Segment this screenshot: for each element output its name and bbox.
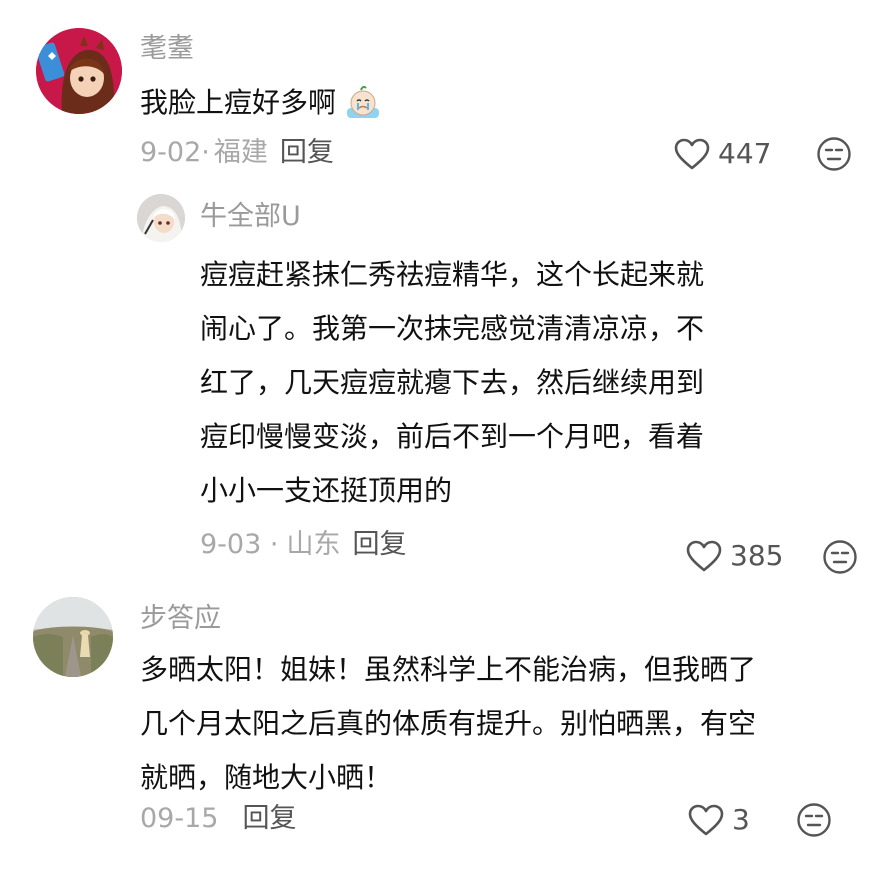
comment-location: 福建	[213, 137, 268, 168]
like-count: 385	[730, 539, 784, 572]
neutral-face-icon	[823, 540, 857, 574]
reply-username[interactable]: 牛全部U	[200, 200, 301, 234]
comment-text-line: 多晒太阳！姐妹！虽然科学上不能治病，但我晒了	[140, 653, 757, 686]
comment-text: 我脸上痘好多啊	[140, 76, 382, 130]
heart-outline-icon	[688, 804, 724, 835]
neutral-face-icon	[797, 803, 831, 837]
comment-date: 09-15	[140, 803, 219, 834]
reaction-button[interactable]	[816, 136, 852, 176]
like-count: 3	[732, 803, 750, 836]
reply-location: 山东	[286, 529, 341, 560]
comment-date: 9-02·	[140, 137, 210, 168]
crying-face-emoji	[344, 84, 382, 122]
like-button[interactable]: 447	[674, 137, 771, 171]
comment-meta: 09-15 回复	[140, 802, 296, 836]
comment-text: 多晒太阳！姐妹！虽然科学上不能治病，但我晒了 几个月太阳之后真的体质有提升。别怕…	[140, 643, 756, 805]
heart-outline-icon	[686, 540, 722, 571]
heart-outline-icon	[674, 138, 710, 169]
avatar[interactable]	[33, 597, 113, 677]
reply-text-line: 小小一支还挺顶用的	[200, 474, 453, 507]
comment-text-line: 几个月太阳之后真的体质有提升。别怕晒黑，有空	[140, 707, 757, 740]
neutral-face-icon	[817, 137, 851, 171]
reaction-button[interactable]	[796, 802, 832, 842]
reply-button[interactable]: 回复	[280, 136, 334, 170]
comment-text-body: 我脸上痘好多啊	[140, 86, 337, 119]
reply-button[interactable]: 回复	[242, 802, 296, 836]
reply-text: 痘痘赶紧抹仁秀祛痘精华，这个长起来就 闹心了。我第一次抹完感觉清清凉凉，不 红了…	[200, 248, 704, 518]
reply-meta: 9-03 · 山东 回复	[200, 528, 406, 562]
reply-text-line: 红了，几天痘痘就瘪下去，然后继续用到	[200, 366, 705, 399]
reply-avatar[interactable]	[137, 194, 185, 242]
reply-date: 9-03 ·	[200, 529, 279, 560]
comment-text-line: 就晒，随地大小晒！	[140, 761, 393, 794]
like-button[interactable]: 385	[686, 539, 783, 573]
avatar[interactable]	[36, 28, 122, 114]
reply-text-line: 痘印慢慢变淡，前后不到一个月吧，看着	[200, 420, 705, 453]
like-button[interactable]: 3	[688, 803, 750, 837]
username[interactable]: 耄耋	[140, 32, 194, 66]
reply-text-line: 闹心了。我第一次抹完感觉清清凉凉，不	[200, 312, 705, 345]
comment-meta: 9-02· 福建 回复	[140, 136, 334, 170]
reaction-button[interactable]	[822, 539, 858, 579]
like-count: 447	[718, 137, 772, 170]
reply-text-line: 痘痘赶紧抹仁秀祛痘精华，这个长起来就	[200, 258, 705, 291]
username[interactable]: 步答应	[140, 602, 221, 636]
reply-button[interactable]: 回复	[352, 528, 406, 562]
